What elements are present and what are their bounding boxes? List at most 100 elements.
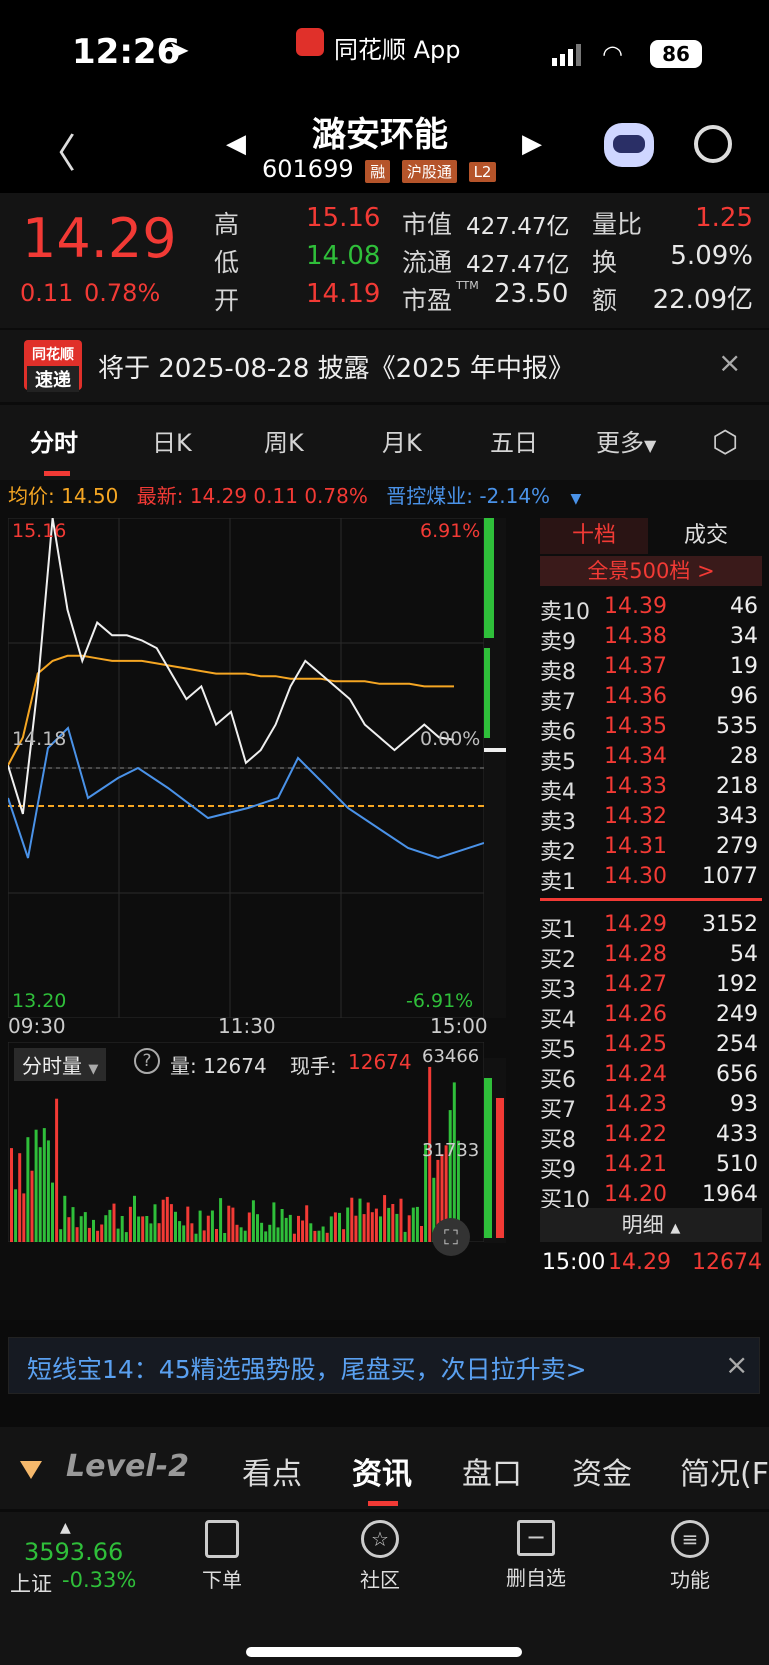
stock-name: 潞安环能 xyxy=(312,115,448,155)
notice-banner[interactable]: 同花顺 速递 将于 2025-08-28 披露《2025 年中报》 × xyxy=(0,330,769,402)
ask-row[interactable]: 卖8 14.37 19 xyxy=(540,652,762,685)
bid-row[interactable]: 买8 14.22 433 xyxy=(540,1120,762,1153)
order-price: 14.34 xyxy=(604,744,667,769)
volume-bar xyxy=(313,1230,317,1242)
bid-row[interactable]: 买9 14.21 510 xyxy=(540,1150,762,1183)
volume-bar xyxy=(198,1210,202,1242)
volume-bar xyxy=(383,1195,387,1242)
volume-bar xyxy=(46,1140,50,1242)
subtab-handicap[interactable]: 盘口 xyxy=(462,1449,522,1493)
tab-five-day[interactable]: 五日 xyxy=(490,423,538,458)
volume-bar xyxy=(321,1226,325,1242)
remove-watchlist-button[interactable]: − 删自选 xyxy=(486,1512,586,1591)
panorama-button[interactable]: 全景500档 > xyxy=(540,556,762,586)
back-icon[interactable]: 〈 xyxy=(36,121,76,179)
status-app-name: 同花顺 App xyxy=(334,36,461,64)
detail-button[interactable]: 明细 ▲ xyxy=(540,1208,762,1242)
orderbook-tab-trades[interactable]: 成交 xyxy=(650,518,762,554)
bid-row[interactable]: 买10 14.20 1964 xyxy=(540,1180,762,1213)
current-price: 14.29 xyxy=(22,207,177,270)
tag-connect: 沪股通 xyxy=(401,160,457,183)
sector-index[interactable]: 晋控煤业: -2.14% xyxy=(386,484,550,508)
order-price: 14.31 xyxy=(604,834,667,859)
label-turnover: 换 xyxy=(592,248,618,277)
volume-bar xyxy=(210,1210,214,1242)
chevron-up-icon: ▲ xyxy=(670,1221,681,1236)
ask-row[interactable]: 卖5 14.34 28 xyxy=(540,742,762,775)
level2-label[interactable]: Level-2 xyxy=(66,1449,189,1484)
battery-icon: 86 xyxy=(650,40,702,68)
volume-bar xyxy=(63,1195,67,1242)
prev-stock-icon[interactable]: ◀ xyxy=(226,129,246,159)
index-up-icon: ▲ xyxy=(60,1520,71,1536)
tab-daily[interactable]: 日K xyxy=(152,423,192,458)
search-icon[interactable] xyxy=(694,125,732,163)
sector-dropdown-icon[interactable]: ▼ xyxy=(570,491,581,507)
order-price: 14.23 xyxy=(604,1092,667,1117)
bid-row[interactable]: 买5 14.25 254 xyxy=(540,1030,762,1063)
price-chart[interactable] xyxy=(8,518,484,1018)
volume-bar xyxy=(190,1223,194,1242)
volume-bar xyxy=(120,1216,124,1242)
volume-bar xyxy=(301,1220,305,1242)
subtab-highlights[interactable]: 看点 xyxy=(242,1449,302,1493)
y-label-bottom: 13.20 xyxy=(12,990,67,1012)
volume-bar xyxy=(59,1229,63,1242)
subtab-profile[interactable]: 简况(F xyxy=(680,1449,769,1493)
bid-row[interactable]: 买4 14.26 249 xyxy=(540,1000,762,1033)
ask-row[interactable]: 卖9 14.38 34 xyxy=(540,622,762,655)
label-high: 高 xyxy=(214,210,240,239)
ask-row[interactable]: 卖3 14.32 343 xyxy=(540,802,762,835)
tab-intraday[interactable]: 分时 xyxy=(30,423,78,458)
ask-row[interactable]: 卖10 14.39 46 xyxy=(540,592,762,625)
order-volume: 28 xyxy=(730,744,758,769)
robot-assistant-icon[interactable] xyxy=(604,123,654,167)
promo-banner[interactable]: 短线宝14：45精选强势股，尾盘买，次日拉升卖> × xyxy=(8,1337,760,1394)
tab-more[interactable]: 更多▼ xyxy=(596,423,656,458)
order-button[interactable]: 下单 xyxy=(172,1512,272,1593)
bid-row[interactable]: 买1 14.29 3152 xyxy=(540,910,762,943)
ask-row[interactable]: 卖7 14.36 96 xyxy=(540,682,762,715)
ask-row[interactable]: 卖4 14.33 218 xyxy=(540,772,762,805)
function-button[interactable]: ≡ 功能 xyxy=(640,1512,740,1593)
last-trade-time: 15:00 xyxy=(542,1250,606,1275)
tab-monthly[interactable]: 月K xyxy=(382,423,422,458)
label-pe: 市盈 xyxy=(402,286,453,315)
subtab-funds[interactable]: 资金 xyxy=(572,1449,632,1493)
intraday-chart-area: 均价: 14.50 最新: 14.29 0.11 0.78% 晋控煤业: -2.… xyxy=(0,480,769,1320)
fullscreen-icon[interactable]: ⛶ xyxy=(432,1218,470,1256)
last-trade-price: 14.29 xyxy=(608,1250,671,1275)
order-volume: 218 xyxy=(716,774,758,799)
bid-row[interactable]: 买7 14.23 93 xyxy=(540,1090,762,1123)
order-volume: 1964 xyxy=(702,1182,758,1207)
level2-icon xyxy=(20,1461,42,1479)
volume-selector[interactable]: 分时量 ▼ xyxy=(14,1048,107,1081)
volume-bar xyxy=(178,1221,182,1242)
volume-bar xyxy=(161,1199,165,1242)
index-name: 上证 xyxy=(10,1572,52,1596)
community-button[interactable]: ☆ 社区 xyxy=(330,1512,430,1593)
value-open: 14.19 xyxy=(306,279,381,309)
ask-row[interactable]: 卖1 14.30 1077 xyxy=(540,862,762,895)
close-icon[interactable]: × xyxy=(725,1348,748,1381)
ask-row[interactable]: 卖2 14.31 279 xyxy=(540,832,762,865)
ask-row[interactable]: 卖6 14.35 535 xyxy=(540,712,762,745)
index-change: -0.33% xyxy=(62,1568,137,1592)
bid-row[interactable]: 买6 14.24 656 xyxy=(540,1060,762,1093)
bid-row[interactable]: 买3 14.27 192 xyxy=(540,970,762,1003)
volume-bar xyxy=(55,1098,59,1242)
hand-value: 12674 xyxy=(348,1050,412,1074)
settings-icon[interactable]: ⬡ xyxy=(712,425,738,460)
dropdown-icon: ▼ xyxy=(644,436,657,455)
close-icon[interactable]: × xyxy=(718,346,741,379)
help-icon[interactable]: ? xyxy=(134,1048,160,1074)
subtab-news[interactable]: 资讯 xyxy=(352,1449,412,1493)
volume-bar xyxy=(272,1202,276,1242)
index-value[interactable]: 3593.66 xyxy=(24,1538,123,1566)
order-volume: 3152 xyxy=(702,912,758,937)
orderbook-tab-active[interactable]: 十档 xyxy=(540,518,648,554)
bid-row[interactable]: 买2 14.28 54 xyxy=(540,940,762,973)
volume-bar xyxy=(157,1223,161,1242)
tab-weekly[interactable]: 周K xyxy=(264,423,304,458)
next-stock-icon[interactable]: ▶ xyxy=(522,129,542,159)
